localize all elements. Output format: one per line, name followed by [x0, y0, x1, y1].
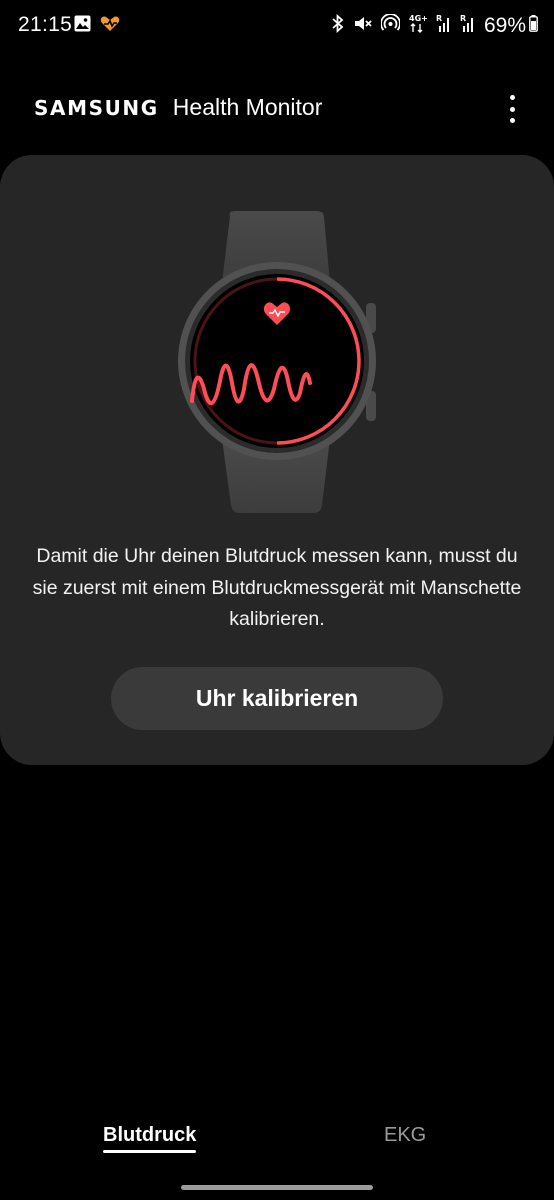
- mute-icon: [353, 14, 372, 38]
- svg-text:R: R: [436, 14, 442, 23]
- brand-logo: SAMSUNG: [34, 96, 159, 120]
- svg-text:4G+: 4G+: [409, 14, 427, 23]
- status-time: 21:15: [18, 13, 73, 36]
- calibrate-watch-button[interactable]: Uhr kalibrieren: [111, 667, 443, 730]
- hotspot-icon: [380, 12, 401, 38]
- status-bar: 21:15 4G+ R R 69%: [0, 0, 554, 54]
- more-dot: [509, 106, 515, 112]
- signal-r1-icon: R: [436, 13, 451, 38]
- tab-ekg[interactable]: EKG: [384, 1124, 426, 1147]
- more-dot: [509, 118, 515, 123]
- battery-icon: [529, 14, 538, 37]
- app-header: SAMSUNG Health Monitor: [34, 94, 322, 121]
- more-options-button[interactable]: [504, 95, 520, 123]
- calibration-description: Damit die Uhr deinen Blutdruck messen ka…: [32, 545, 522, 630]
- battery-percentage: 69%: [483, 13, 526, 37]
- signal-4g-icon: 4G+: [409, 13, 428, 38]
- signal-r2-icon: R: [460, 13, 475, 38]
- home-indicator[interactable]: [181, 1185, 373, 1190]
- watch-illustration: [178, 211, 376, 513]
- bluetooth-icon: [331, 13, 344, 38]
- bottom-tab-bar: Blutdruck EKG: [0, 1118, 554, 1168]
- more-dot: [509, 95, 515, 100]
- health-heart-icon: [100, 15, 120, 37]
- svg-text:R: R: [460, 14, 466, 23]
- calibration-card: Damit die Uhr deinen Blutdruck messen ka…: [0, 155, 554, 765]
- tab-blutdruck[interactable]: Blutdruck: [103, 1124, 197, 1153]
- app-title: Health Monitor: [172, 94, 323, 120]
- gallery-icon: [74, 15, 91, 37]
